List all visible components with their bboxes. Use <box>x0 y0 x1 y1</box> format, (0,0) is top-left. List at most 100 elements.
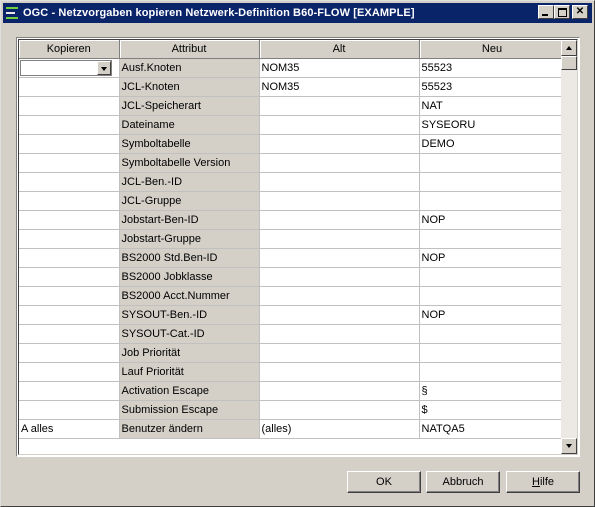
table-row[interactable]: BS2000 Acct.Nummer <box>19 286 566 306</box>
help-button[interactable]: Hilfe <box>506 471 580 493</box>
table-row[interactable]: Activation Escape § <box>19 381 566 401</box>
cell-neu: 55523 <box>419 77 566 97</box>
cell-neu <box>419 153 566 173</box>
cell-kopieren[interactable] <box>19 134 120 154</box>
cell-attribut: SYSOUT-Cat.-ID <box>119 324 260 344</box>
table-row[interactable]: SYSOUT-Cat.-ID <box>19 324 566 344</box>
table-row[interactable]: Symboltabelle Version <box>19 153 566 173</box>
cell-neu: NOP <box>419 210 566 230</box>
cell-neu: NAT <box>419 96 566 116</box>
column-header-attribut[interactable]: Attribut <box>119 40 260 59</box>
column-header-kopieren[interactable]: Kopieren <box>19 40 120 59</box>
table-row[interactable]: JCL-Gruppe <box>19 191 566 211</box>
cell-alt <box>259 286 420 306</box>
help-button-mnemonic: H <box>531 476 540 488</box>
window-title: OGC - Netzvorgaben kopieren Netzwerk-Def… <box>23 7 415 19</box>
cell-attribut: BS2000 Acct.Nummer <box>119 286 260 306</box>
maximize-button[interactable] <box>554 5 570 19</box>
attribute-table: Kopieren Attribut Alt Neu Ausf.Knoten NOM… <box>19 40 566 439</box>
cell-kopieren[interactable] <box>19 305 120 325</box>
table-row[interactable]: JCL-Knoten NOM35 55523 <box>19 77 566 97</box>
cell-alt <box>259 172 420 192</box>
cell-neu <box>419 229 566 249</box>
cell-kopieren[interactable] <box>19 286 120 306</box>
cell-kopieren[interactable] <box>19 153 120 173</box>
table-row[interactable]: SYSOUT-Ben.-ID NOP <box>19 305 566 325</box>
cell-attribut: Symboltabelle <box>119 134 260 154</box>
table-row[interactable]: Dateiname SYSEORU <box>19 115 566 135</box>
cell-neu <box>419 324 566 344</box>
cell-attribut: JCL-Speicherart <box>119 96 260 116</box>
column-header-alt[interactable]: Alt <box>259 40 420 59</box>
cell-alt: (alles) <box>259 419 420 439</box>
cell-alt <box>259 343 420 363</box>
maximize-icon <box>558 8 567 17</box>
cell-kopieren[interactable] <box>19 343 120 363</box>
cell-kopieren[interactable] <box>19 248 120 268</box>
cell-neu: DEMO <box>419 134 566 154</box>
cell-neu: NOP <box>419 305 566 325</box>
table-row[interactable]: A alles Benutzer ändern (alles) NATQA5 <box>19 419 566 439</box>
cell-attribut: JCL-Gruppe <box>119 191 260 211</box>
cell-kopieren[interactable] <box>19 229 120 249</box>
cell-kopieren[interactable] <box>19 115 120 135</box>
cell-attribut: Jobstart-Ben-ID <box>119 210 260 230</box>
minimize-button[interactable] <box>538 5 554 19</box>
cell-attribut: SYSOUT-Ben.-ID <box>119 305 260 325</box>
cell-kopieren[interactable] <box>19 58 120 78</box>
cell-attribut: Benutzer ändern <box>119 419 260 439</box>
column-header-neu[interactable]: Neu <box>419 40 566 59</box>
cell-alt <box>259 229 420 249</box>
cell-kopieren[interactable] <box>19 400 120 420</box>
cell-neu: § <box>419 381 566 401</box>
close-button[interactable]: ✕ <box>572 5 588 19</box>
cell-kopieren[interactable] <box>19 191 120 211</box>
cell-alt <box>259 381 420 401</box>
cell-attribut: JCL-Ben.-ID <box>119 172 260 192</box>
cancel-button[interactable]: Abbruch <box>426 471 500 493</box>
table-row[interactable]: BS2000 Std.Ben-ID NOP <box>19 248 566 268</box>
cell-attribut: JCL-Knoten <box>119 77 260 97</box>
dialog-window: OGC - Netzvorgaben kopieren Netzwerk-Def… <box>0 0 595 507</box>
cell-kopieren[interactable] <box>19 77 120 97</box>
title-bar[interactable]: OGC - Netzvorgaben kopieren Netzwerk-Def… <box>3 3 592 23</box>
cell-kopieren[interactable] <box>19 210 120 230</box>
scroll-thumb[interactable] <box>561 56 577 70</box>
cell-alt: NOM35 <box>259 77 420 97</box>
cell-kopieren[interactable] <box>19 324 120 344</box>
cell-kopieren[interactable] <box>19 381 120 401</box>
cell-alt <box>259 324 420 344</box>
table-row[interactable]: JCL-Speicherart NAT <box>19 96 566 116</box>
table-row[interactable]: Submission Escape $ <box>19 400 566 420</box>
table-row[interactable]: Symboltabelle DEMO <box>19 134 566 154</box>
cell-neu <box>419 267 566 287</box>
table-row[interactable]: Jobstart-Gruppe <box>19 229 566 249</box>
table-row[interactable]: Lauf Priorität <box>19 362 566 382</box>
vertical-scrollbar[interactable] <box>561 40 577 454</box>
cell-attribut: Job Priorität <box>119 343 260 363</box>
cell-attribut: Submission Escape <box>119 400 260 420</box>
cell-attribut: BS2000 Jobklasse <box>119 267 260 287</box>
ok-button[interactable]: OK <box>347 471 421 493</box>
scroll-up-button[interactable] <box>561 40 577 56</box>
cell-attribut: Dateiname <box>119 115 260 135</box>
scroll-down-button[interactable] <box>561 438 577 454</box>
cell-kopieren[interactable]: A alles <box>19 419 120 439</box>
table-row[interactable]: Jobstart-Ben-ID NOP <box>19 210 566 230</box>
cell-kopieren[interactable] <box>19 267 120 287</box>
table-row[interactable]: Job Priorität <box>19 343 566 363</box>
table-row[interactable]: Ausf.Knoten NOM35 55523 <box>19 58 566 78</box>
cell-kopieren[interactable] <box>19 172 120 192</box>
cell-alt <box>259 400 420 420</box>
cell-neu: NOP <box>419 248 566 268</box>
cell-neu <box>419 286 566 306</box>
table-row[interactable]: BS2000 Jobklasse <box>19 267 566 287</box>
chevron-down-icon[interactable] <box>97 61 111 75</box>
cell-neu: $ <box>419 400 566 420</box>
cell-kopieren[interactable] <box>19 362 120 382</box>
cell-attribut: Activation Escape <box>119 381 260 401</box>
table-row[interactable]: JCL-Ben.-ID <box>19 172 566 192</box>
cell-neu <box>419 191 566 211</box>
kopieren-dropdown[interactable] <box>20 60 112 76</box>
cell-kopieren[interactable] <box>19 96 120 116</box>
